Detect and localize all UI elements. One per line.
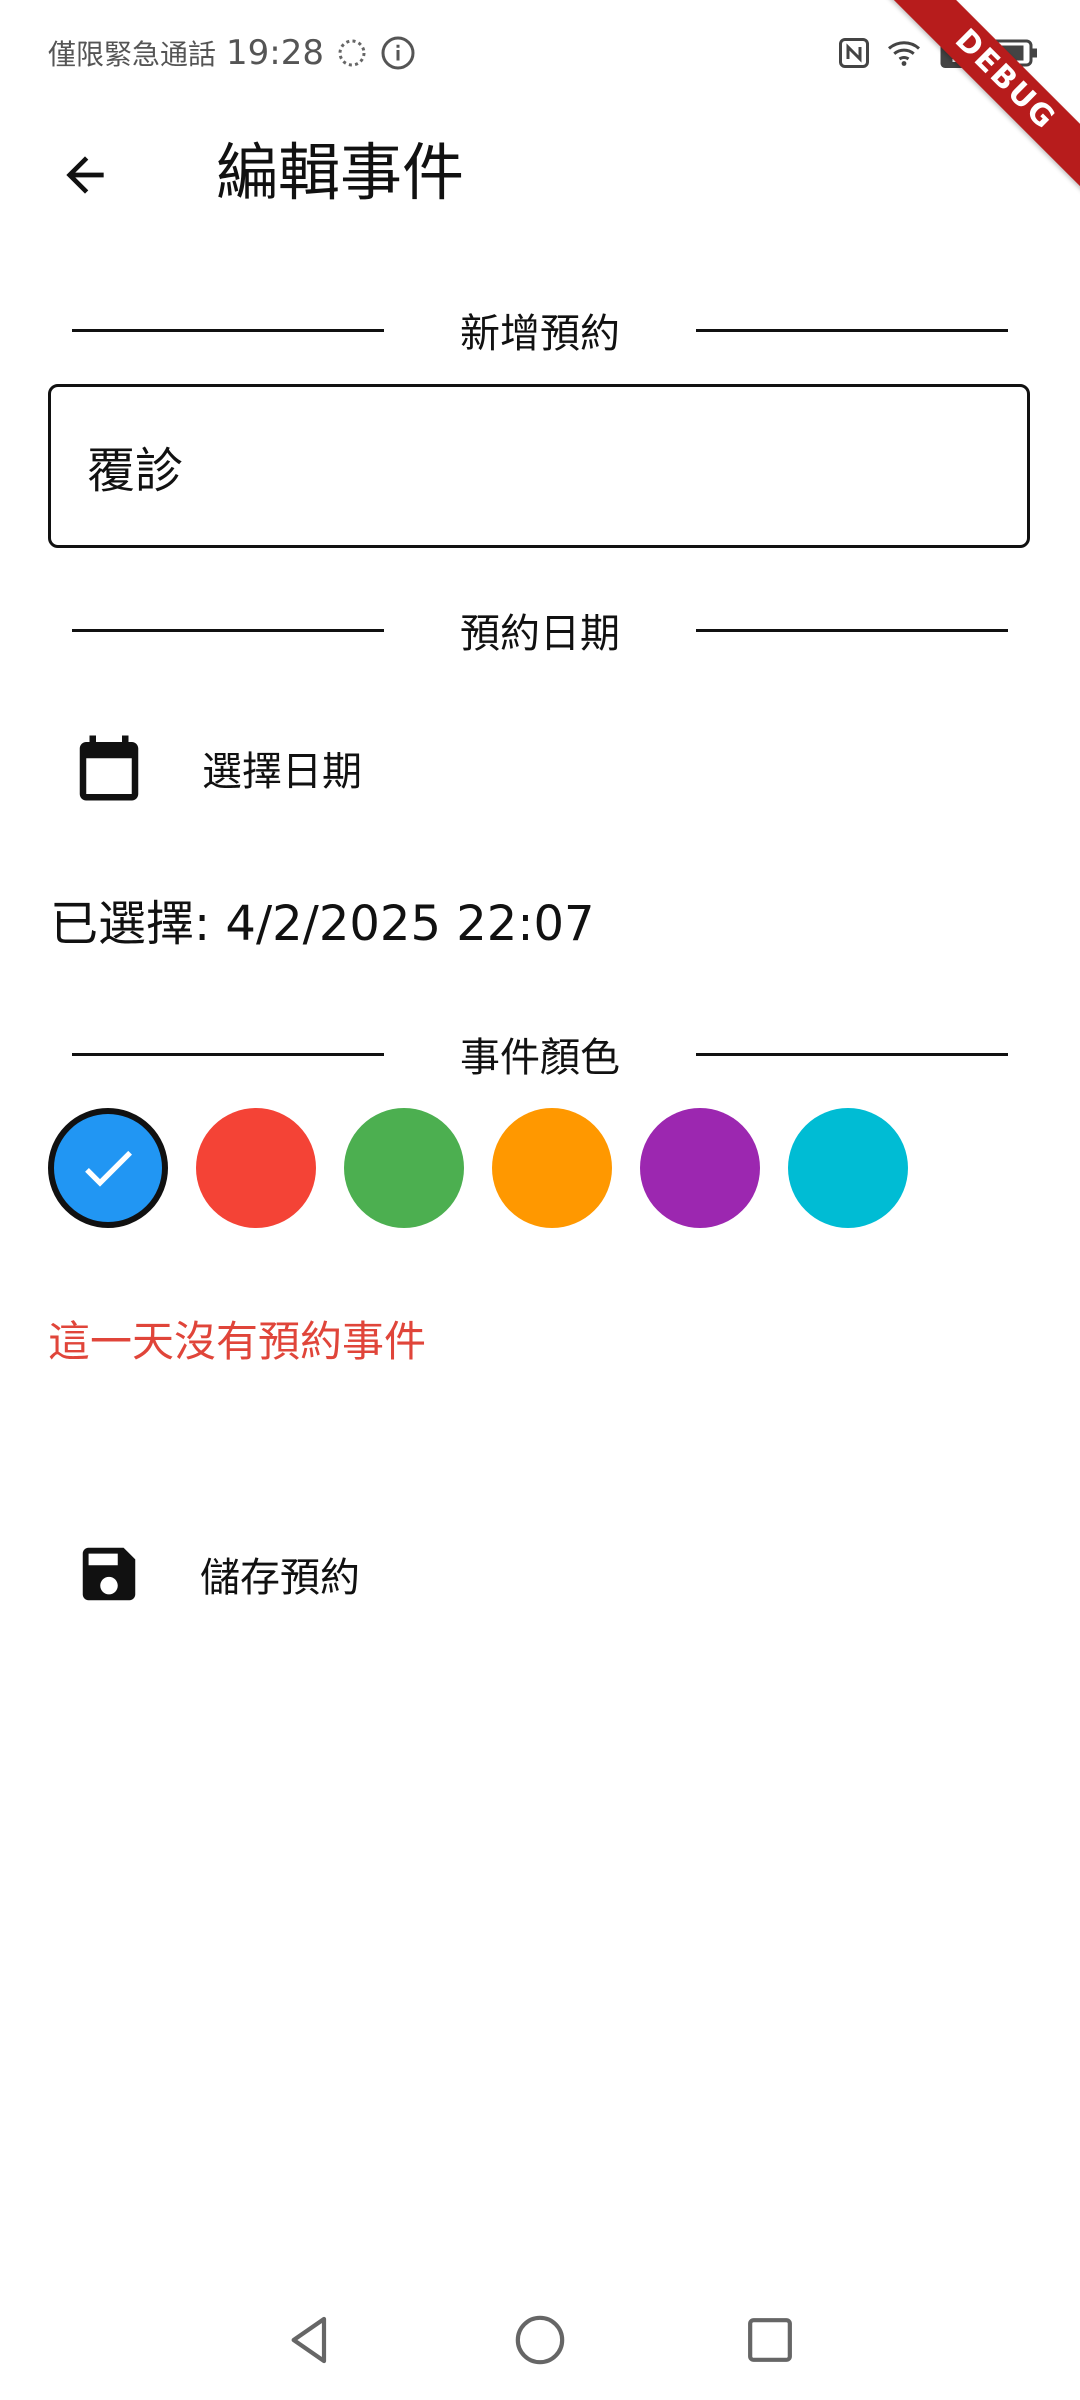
page-title: 編輯事件 [216,136,465,209]
color-swatch-0[interactable] [48,1108,168,1228]
save-icon [82,1547,136,1601]
nav-back-button[interactable] [270,2300,350,2380]
divider-line [72,1052,384,1056]
divider-line [696,628,1008,632]
nfc-icon [839,38,869,68]
arrow-back-icon [66,156,104,194]
color-swatch-2[interactable] [344,1108,464,1228]
carrier-text: 僅限緊急通話 [48,38,217,71]
system-nav-bar [0,2280,1080,2400]
color-picker [48,1108,908,1230]
color-swatch-5[interactable] [788,1108,908,1228]
color-swatch-1[interactable] [196,1108,316,1228]
section-label: 預約日期 [460,611,620,657]
divider-line [72,628,384,632]
section-label: 新增預約 [460,311,620,357]
select-date-label: 選擇日期 [202,749,362,795]
check-icon [85,1150,132,1187]
divider-line [696,1052,1008,1056]
event-name-value: 覆診 [87,443,184,499]
square-recents-icon [748,2318,792,2362]
wifi-icon [888,41,920,66]
section-divider-appointment-date: 預約日期 [72,600,1008,660]
color-swatch-3[interactable] [492,1108,612,1228]
calendar-icon [79,735,139,801]
status-left: 僅限緊急通話 19:28 [48,30,416,76]
select-date-button[interactable]: 選擇日期 [60,718,520,818]
triangle-back-icon [291,2316,327,2364]
section-divider-new-appointment: 新增預約 [72,300,1008,360]
save-appointment-button[interactable]: 儲存預約 [60,1524,520,1624]
save-label: 儲存預約 [200,1555,360,1601]
selected-date-text: 已選擇: 4/2/2025 22:07 [50,896,595,952]
circle-home-icon [515,2315,565,2365]
event-name-field[interactable]: 覆診 [48,384,1030,548]
divider-line [72,328,384,332]
section-divider-event-color: 事件顏色 [72,1024,1008,1084]
info-icon [381,36,415,70]
section-label: 事件顏色 [460,1035,620,1081]
color-swatch-4[interactable] [640,1108,760,1228]
no-events-message: 這一天沒有預約事件 [48,1317,427,1366]
loading-spinner-icon [338,39,366,67]
back-button[interactable] [40,130,130,220]
nav-recents-button[interactable] [730,2300,810,2380]
nav-home-button[interactable] [500,2300,580,2380]
divider-line [696,328,1008,332]
status-time: 19:28 [226,33,324,73]
